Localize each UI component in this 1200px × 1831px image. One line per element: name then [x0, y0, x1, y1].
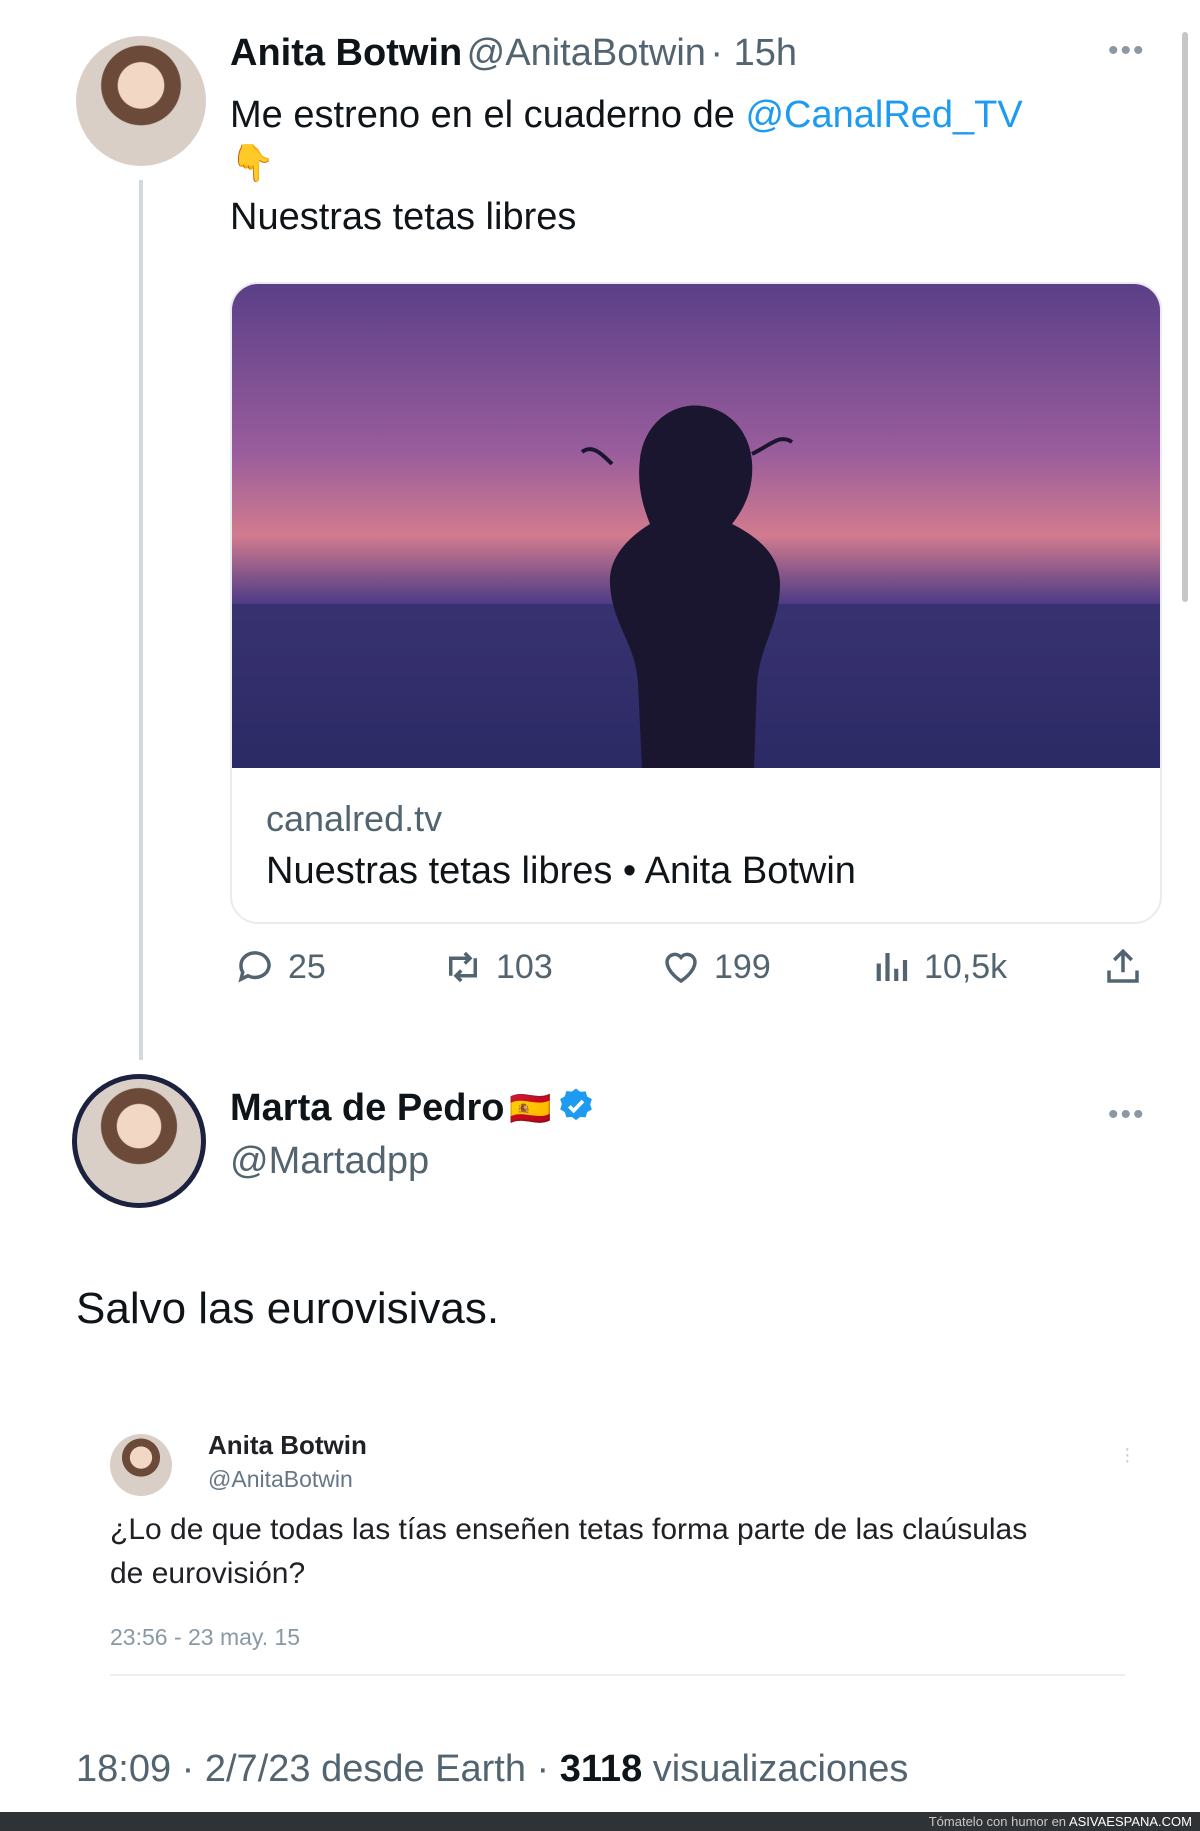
tweet1-mention-link[interactable]: @CanalRed_TV [745, 94, 1022, 136]
reply-icon [238, 951, 271, 983]
views-chart-icon [876, 953, 908, 981]
card-title: Nuestras tetas libres • Anita Botwin [266, 850, 856, 892]
card-image [232, 284, 1160, 768]
retweet-icon [449, 951, 477, 983]
tweet2-footer: 18:09 · 2/7/23 desde Earth · 3118 visual… [76, 1748, 908, 1791]
watermark-site[interactable]: ASIVAESPANA.COM [1069, 1814, 1192, 1829]
more-options-icon[interactable]: ••• [1108, 34, 1146, 68]
verified-badge-icon [559, 1088, 592, 1121]
heart-icon [665, 952, 697, 984]
tweet1-text-line2: Nuestras tetas libres [230, 196, 577, 238]
silhouette-image [232, 405, 1160, 768]
quoted-divider [110, 1674, 1125, 1676]
tweet1-author-handle[interactable]: @AnitaBotwin [467, 32, 706, 74]
tweet1-text: Me estreno en el cuaderno de @CanalRed_T… [230, 90, 1160, 242]
thread-line [139, 180, 143, 1060]
pointing-down-emoji: 👇 [230, 143, 275, 184]
tweet1-header: Anita Botwin @AnitaBotwin · 15h [230, 32, 797, 75]
tweet2-header: Marta de Pedro 🇪🇸 [230, 1086, 596, 1130]
tweet1-time[interactable]: · 15h [710, 32, 797, 74]
tweet1-actions: 25 103 199 10,5k [230, 946, 1160, 996]
retweet-button[interactable]: 103 [442, 946, 553, 988]
tweet2-author-name[interactable]: Marta de Pedro [230, 1087, 505, 1129]
tweet2-views-label: visualizaciones [642, 1748, 909, 1790]
like-button[interactable]: 199 [660, 946, 771, 988]
views-count: 10,5k [924, 947, 1008, 986]
tweet2-author-handle[interactable]: @Martadpp [230, 1140, 429, 1183]
tweet2-text: Salvo las eurovisivas. [76, 1284, 500, 1333]
quoted-menu-icon: · · · [1124, 1438, 1131, 1472]
card-domain: canalred.tv [266, 798, 443, 839]
quoted-avatar [110, 1434, 172, 1496]
quoted-text: ¿Lo de que todas las tías enseñen tetas … [110, 1513, 1028, 1590]
tweet2-views-count: 3118 [559, 1748, 643, 1790]
avatar-anita[interactable] [76, 36, 206, 166]
quoted-author-handle: @AnitaBotwin [208, 1466, 353, 1492]
scrollbar[interactable] [1182, 32, 1188, 602]
share-button[interactable] [1102, 946, 1156, 988]
watermark-bar: Tómatelo con humor en ASIVAESPANA.COM [0, 1812, 1200, 1831]
reply-button[interactable]: 25 [234, 946, 326, 988]
share-icon [1107, 948, 1139, 983]
retweet-count: 103 [496, 947, 553, 986]
tweet1-text-part: Me estreno en el cuaderno de [230, 94, 746, 136]
quoted-tweet[interactable]: Anita Botwin @AnitaBotwin · · · ¿Lo de que… [110, 1420, 1131, 1680]
views-button[interactable]: 10,5k [870, 946, 1007, 988]
more-options-icon-2[interactable]: ••• [1108, 1098, 1146, 1132]
link-card[interactable]: canalred.tv Nuestras tetas libres • Anit… [230, 282, 1162, 924]
tweet1-author-name[interactable]: Anita Botwin [230, 32, 462, 74]
like-count: 199 [714, 947, 771, 986]
quoted-author-name: Anita Botwin [208, 1430, 367, 1460]
tweet2-timestamp[interactable]: 18:09 · 2/7/23 desde Earth · [76, 1748, 560, 1790]
reply-count: 25 [288, 947, 326, 986]
quoted-timestamp: 23:56 - 23 may. 15 [110, 1624, 301, 1650]
avatar-marta[interactable] [72, 1074, 206, 1208]
spain-flag-icon: 🇪🇸 [508, 1089, 552, 1129]
watermark-prefix: Tómatelo con humor en [928, 1814, 1069, 1829]
